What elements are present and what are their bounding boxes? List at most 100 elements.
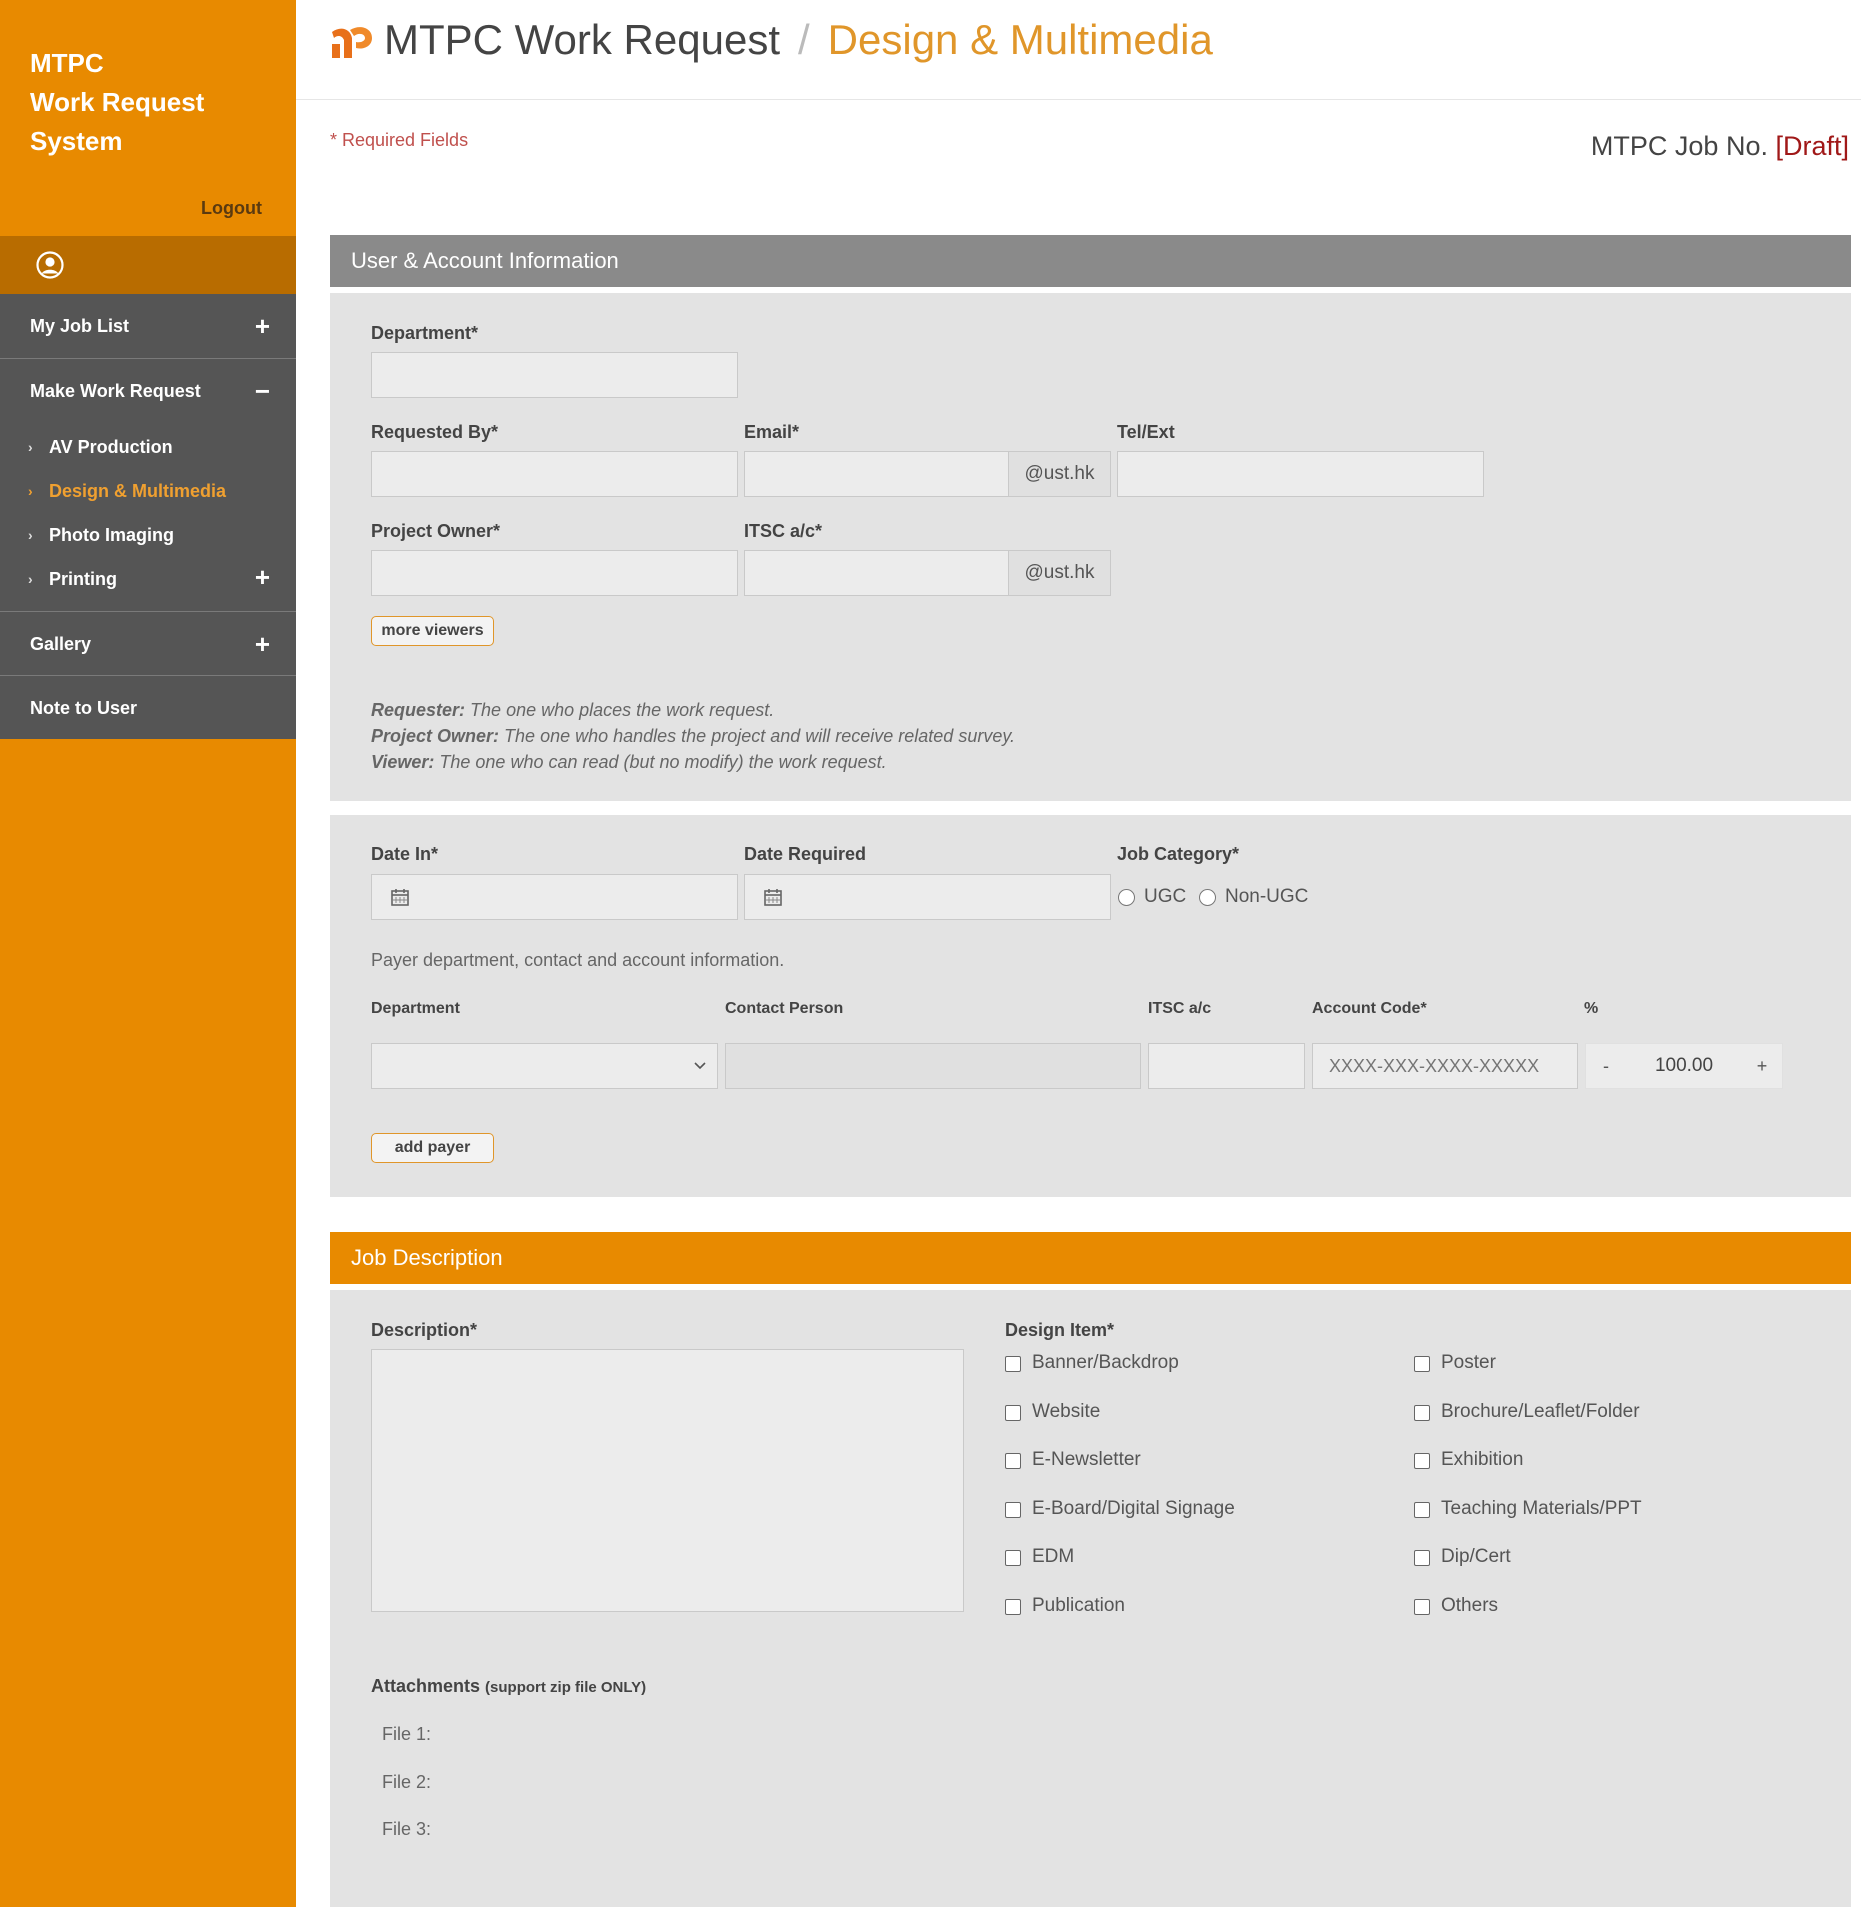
checkbox-label: Banner/Backdrop bbox=[1032, 1352, 1179, 1373]
job-category-label: Job Category* bbox=[1117, 844, 1240, 864]
section-header-user-account: User & Account Information bbox=[330, 235, 1851, 287]
sidebar-item-label: Make Work Request bbox=[30, 381, 201, 401]
sidebar-item-design-multimedia[interactable]: › Design & Multimedia bbox=[0, 469, 296, 513]
decrement-button[interactable]: - bbox=[1586, 1044, 1626, 1088]
itsc-domain-addon: @ust.hk bbox=[1008, 550, 1111, 596]
percent-value[interactable]: 100.00 bbox=[1626, 1044, 1742, 1088]
payer-department-select[interactable] bbox=[371, 1043, 718, 1089]
plus-icon[interactable]: + bbox=[255, 294, 270, 358]
description-label: Description* bbox=[371, 1320, 478, 1340]
percent-stepper[interactable]: - 100.00 + bbox=[1585, 1043, 1783, 1089]
radio-ugc[interactable] bbox=[1118, 889, 1135, 906]
more-viewers-button[interactable]: more viewers bbox=[371, 616, 494, 646]
job-number-label: MTPC Job No. bbox=[1590, 131, 1768, 161]
payer-itsc-field[interactable] bbox=[1148, 1043, 1305, 1089]
sidebar-item-av-production[interactable]: › AV Production bbox=[0, 425, 296, 469]
sidebar-item-label: My Job List bbox=[30, 316, 130, 336]
sidebar-item-photo-imaging[interactable]: › Photo Imaging bbox=[0, 513, 296, 557]
sidebar-item-note-to-user[interactable]: Note to User bbox=[0, 675, 296, 739]
email-domain-addon: @ust.hk bbox=[1008, 451, 1111, 497]
checkbox-website[interactable] bbox=[1005, 1405, 1021, 1421]
sidebar-menu: My Job List + Make Work Request − › AV P… bbox=[0, 294, 296, 739]
file-2-label: File 2: bbox=[382, 1772, 432, 1792]
checkbox-others[interactable] bbox=[1414, 1599, 1430, 1615]
date-required-label: Date Required bbox=[744, 844, 867, 864]
plus-icon[interactable]: + bbox=[255, 612, 270, 676]
sidebar-item-make-work-request[interactable]: Make Work Request − bbox=[0, 359, 296, 423]
checkbox-teaching-materials[interactable] bbox=[1414, 1502, 1430, 1518]
sidebar-group-make-work-request: Make Work Request − › AV Production › De… bbox=[0, 358, 296, 611]
user-icon[interactable] bbox=[36, 251, 64, 279]
checkbox-e-board[interactable] bbox=[1005, 1502, 1021, 1518]
plus-icon[interactable]: + bbox=[255, 557, 270, 597]
checkbox-e-newsletter[interactable] bbox=[1005, 1453, 1021, 1469]
app-brand: MTPC Work Request System bbox=[30, 44, 204, 161]
description-textarea[interactable] bbox=[371, 1349, 964, 1612]
department-field[interactable] bbox=[371, 352, 738, 398]
chevron-right-icon: › bbox=[28, 439, 33, 455]
payer-col-itsc: ITSC a/c bbox=[1148, 1000, 1212, 1017]
brand-line: System bbox=[30, 126, 123, 156]
email-field[interactable] bbox=[744, 451, 1009, 497]
radio-non-ugc-label: Non-UGC bbox=[1225, 886, 1309, 907]
checkbox-publication[interactable] bbox=[1005, 1599, 1021, 1615]
chevron-right-icon: › bbox=[28, 571, 33, 587]
role-note-term: Requester: bbox=[371, 700, 466, 720]
payer-col-department: Department bbox=[371, 1000, 460, 1017]
tel-field[interactable] bbox=[1117, 451, 1484, 497]
attachments-note: (support zip file ONLY) bbox=[485, 1679, 647, 1696]
mtpc-logo-icon bbox=[332, 27, 372, 58]
payer-col-contact: Contact Person bbox=[725, 1000, 844, 1017]
logout-link[interactable]: Logout bbox=[201, 198, 262, 219]
sidebar-item-my-job-list[interactable]: My Job List + bbox=[0, 294, 296, 358]
chevron-right-icon: › bbox=[28, 483, 33, 499]
date-in-field[interactable] bbox=[371, 874, 738, 920]
section-header-job-description: Job Description bbox=[330, 1232, 1851, 1284]
role-notes: Requester: The one who places the work r… bbox=[371, 697, 1015, 775]
file-1-label: File 1: bbox=[382, 1724, 432, 1744]
requested-by-field[interactable] bbox=[371, 451, 738, 497]
department-label: Department* bbox=[371, 323, 479, 343]
brand-line: MTPC bbox=[30, 48, 104, 78]
job-number-value: [Draft] bbox=[1775, 131, 1849, 161]
checkbox-label: E-Board/Digital Signage bbox=[1032, 1498, 1235, 1519]
checkbox-poster[interactable] bbox=[1414, 1356, 1430, 1372]
user-account-panel: Department* Requested By* Email* @ust.hk… bbox=[330, 293, 1851, 801]
email-label: Email* bbox=[744, 422, 800, 442]
project-owner-field[interactable] bbox=[371, 550, 738, 596]
date-required-field[interactable] bbox=[744, 874, 1111, 920]
checkbox-exhibition[interactable] bbox=[1414, 1453, 1430, 1469]
chevron-right-icon: › bbox=[28, 527, 33, 543]
role-note-desc: The one who handles the project and will… bbox=[504, 726, 1015, 746]
job-description-panel: Description* Design Item* Banner/Backdro… bbox=[330, 1290, 1851, 1907]
calendar-icon[interactable] bbox=[763, 887, 783, 907]
checkbox-edm[interactable] bbox=[1005, 1550, 1021, 1566]
breadcrumb-separator: / bbox=[798, 16, 810, 63]
role-note: Viewer: The one who can read (but no mod… bbox=[371, 749, 1015, 775]
role-note-term: Viewer: bbox=[371, 752, 435, 772]
sidebar-item-label: Photo Imaging bbox=[49, 525, 174, 545]
account-code-field[interactable] bbox=[1312, 1043, 1578, 1089]
checkbox-brochure[interactable] bbox=[1414, 1405, 1430, 1421]
sidebar-item-gallery[interactable]: Gallery + bbox=[0, 611, 296, 675]
checkbox-dip-cert[interactable] bbox=[1414, 1550, 1430, 1566]
calendar-icon[interactable] bbox=[390, 887, 410, 907]
itsc-field[interactable] bbox=[744, 550, 1009, 596]
add-payer-button[interactable]: add payer bbox=[371, 1133, 494, 1163]
payer-contact-field[interactable] bbox=[725, 1043, 1141, 1089]
attachments-title: Attachments bbox=[371, 1676, 481, 1696]
checkbox-label: Others bbox=[1441, 1595, 1499, 1616]
sidebar-item-printing[interactable]: › Printing + bbox=[0, 557, 296, 601]
increment-button[interactable]: + bbox=[1742, 1044, 1782, 1088]
minus-icon[interactable]: − bbox=[255, 359, 270, 423]
radio-non-ugc[interactable] bbox=[1199, 889, 1216, 906]
role-note-desc: The one who places the work request. bbox=[470, 700, 775, 720]
sidebar-item-label: Gallery bbox=[30, 634, 92, 654]
checkbox-label: Exhibition bbox=[1441, 1449, 1524, 1470]
checkbox-banner-backdrop[interactable] bbox=[1005, 1356, 1021, 1372]
payer-col-percent: % bbox=[1584, 1000, 1599, 1017]
payer-intro: Payer department, contact and account in… bbox=[371, 950, 785, 970]
page-title-main: MTPC Work Request bbox=[384, 16, 780, 63]
payer-col-account-code: Account Code* bbox=[1312, 1000, 1427, 1017]
role-note-desc: The one who can read (but no modify) the… bbox=[439, 752, 887, 772]
